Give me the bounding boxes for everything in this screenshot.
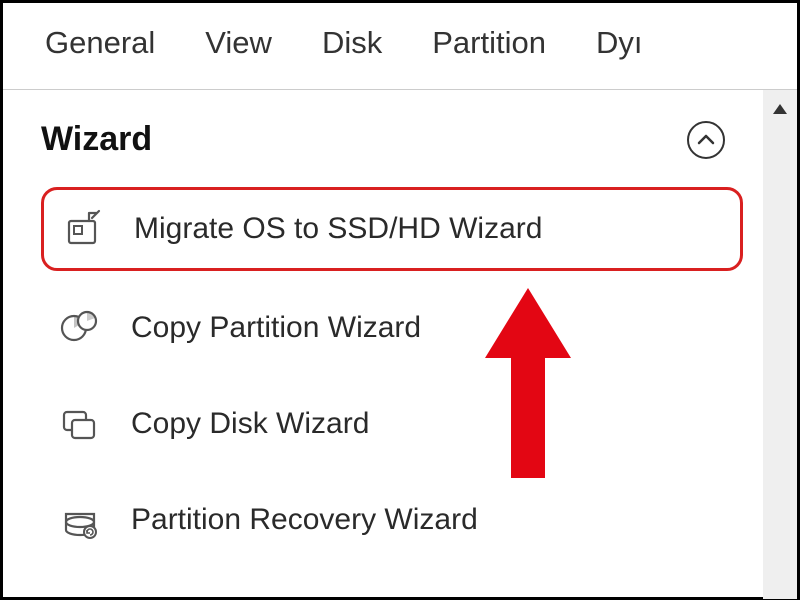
- wizard-item-partition-recovery[interactable]: Partition Recovery Wizard: [41, 481, 743, 559]
- menu-dynamic[interactable]: Dyı: [596, 25, 643, 61]
- migrate-os-icon: [62, 208, 104, 250]
- copy-partition-icon: [59, 307, 101, 349]
- copy-disk-icon: [59, 403, 101, 445]
- collapse-wizard-button[interactable]: [687, 121, 725, 159]
- section-title-wizard: Wizard: [41, 120, 152, 159]
- menu-bar: General View Disk Partition Dyı: [3, 3, 797, 90]
- menu-disk[interactable]: Disk: [322, 25, 382, 61]
- wizard-item-copy-disk[interactable]: Copy Disk Wizard: [41, 385, 743, 463]
- wizard-label: Copy Disk Wizard: [131, 407, 369, 441]
- menu-partition[interactable]: Partition: [432, 25, 546, 61]
- wizard-item-migrate-os[interactable]: Migrate OS to SSD/HD Wizard: [41, 187, 743, 271]
- wizard-panel: Wizard Migrate OS to SSD/HD Wizard: [3, 90, 763, 599]
- menu-view[interactable]: View: [205, 25, 272, 61]
- scrollbar[interactable]: [763, 90, 797, 599]
- partition-recovery-icon: [59, 499, 101, 541]
- scroll-up-icon[interactable]: [771, 102, 789, 121]
- chevron-up-icon: [697, 134, 715, 146]
- wizard-label: Copy Partition Wizard: [131, 311, 421, 345]
- wizard-item-copy-partition[interactable]: Copy Partition Wizard: [41, 289, 743, 367]
- wizard-label: Migrate OS to SSD/HD Wizard: [134, 212, 542, 246]
- wizard-label: Partition Recovery Wizard: [131, 503, 478, 537]
- menu-general[interactable]: General: [45, 25, 155, 61]
